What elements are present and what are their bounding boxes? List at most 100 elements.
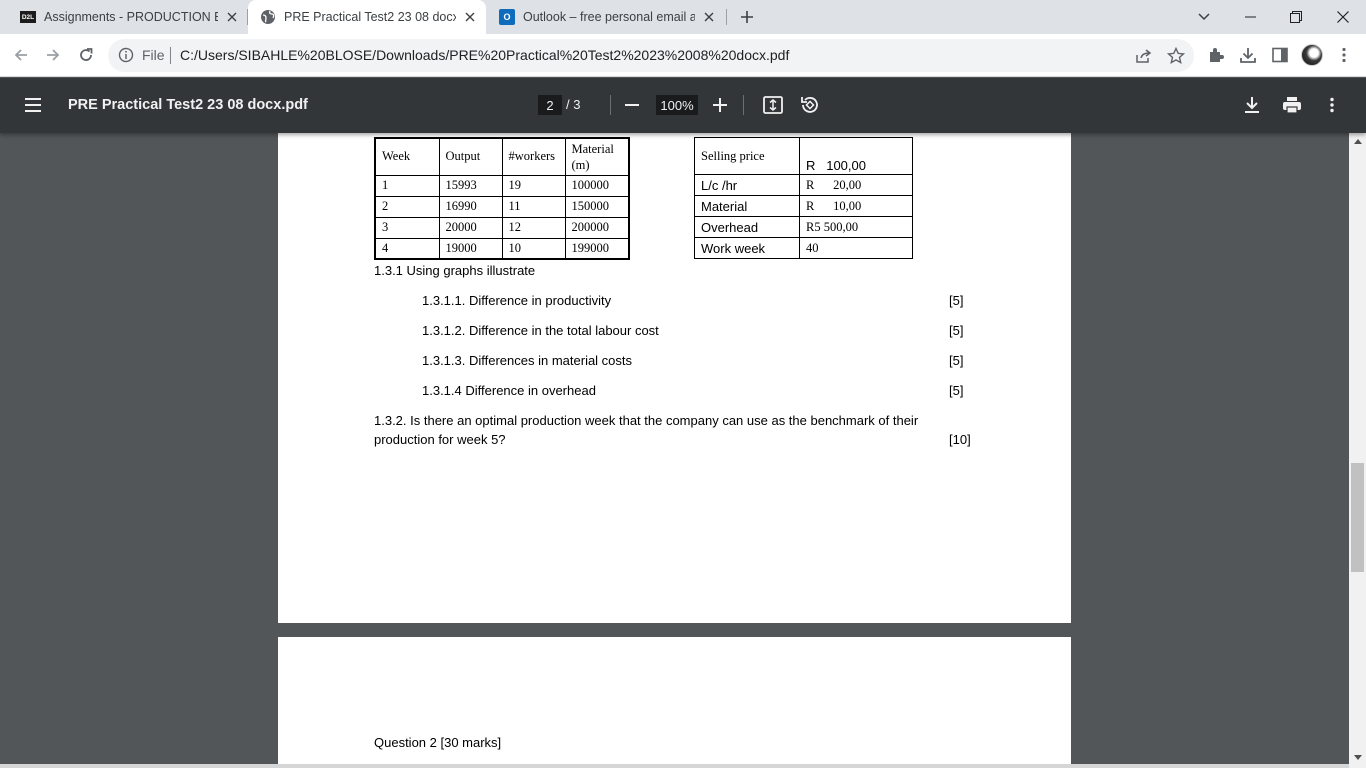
kebab-menu-icon [1342, 47, 1346, 63]
table-cell: 10 [501, 237, 566, 260]
marks-label: [5] [949, 323, 964, 338]
marks-label: [5] [949, 353, 964, 368]
table-cell: 2 [374, 195, 440, 218]
table-cell: 16990 [438, 195, 503, 218]
d2l-icon: D2L [20, 9, 36, 25]
toolbar-divider [610, 95, 611, 115]
reload-button[interactable] [73, 42, 99, 68]
chevron-down-icon [1198, 13, 1210, 21]
side-panel-button[interactable] [1267, 42, 1293, 68]
table-cell: 19000 [438, 237, 503, 260]
price-table: Selling price R 100,00 L/c /hr R 20,00 M… [694, 137, 913, 259]
tab-search-button[interactable] [1181, 0, 1227, 34]
back-button[interactable] [8, 42, 34, 68]
scroll-down-icon[interactable] [1349, 749, 1366, 766]
pdf-print-button[interactable] [1280, 93, 1304, 117]
restore-button[interactable] [1273, 0, 1319, 34]
fit-to-page-icon [763, 96, 783, 114]
table-row: Material R 10,00 [694, 195, 913, 217]
table-cell: Material [694, 195, 800, 217]
tab-assignments[interactable]: D2L Assignments - PRODUCTION ENG [8, 0, 248, 34]
page-number-input[interactable]: 2 [538, 95, 562, 115]
pdf-more-button[interactable] [1320, 93, 1344, 117]
address-bar[interactable]: File C:/Users/SIBAHLE%20BLOSE/Downloads/… [108, 39, 1194, 72]
table-cell: L/c /hr [694, 174, 800, 196]
tab-outlook[interactable]: O Outlook – free personal email and cale… [487, 0, 725, 34]
chrome-menu-button[interactable] [1331, 42, 1357, 68]
new-tab-button[interactable] [735, 5, 759, 29]
question-text-line: production for week 5? [374, 432, 506, 447]
tab-strip: D2L Assignments - PRODUCTION ENG PRE Pra… [0, 0, 1366, 34]
pdf-sidebar-toggle[interactable] [22, 94, 46, 118]
minimize-button[interactable] [1227, 0, 1273, 34]
table-cell: 100000 [564, 174, 630, 197]
page-total: / 3 [566, 97, 581, 112]
table-cell: 4 [374, 237, 440, 260]
marks-label: [5] [949, 383, 964, 398]
table-row: L/c /hr R 20,00 [694, 174, 913, 196]
zoom-in-button[interactable] [708, 93, 732, 117]
forward-button[interactable] [40, 42, 66, 68]
plus-icon [741, 11, 753, 23]
sub-question: 1.3.1.2. Difference in the total labour … [422, 323, 659, 338]
reload-icon [80, 48, 93, 61]
pdf-download-button[interactable] [1240, 93, 1264, 117]
info-icon[interactable] [118, 47, 134, 63]
horizontal-scrollbar[interactable] [0, 764, 1349, 768]
zoom-input[interactable]: 100% [656, 95, 698, 115]
vertical-scrollbar[interactable] [1349, 133, 1366, 768]
table-cell: 150000 [564, 195, 630, 218]
table-header-row: Week Output #workers Material (m) [374, 137, 630, 176]
rotate-icon [801, 97, 818, 113]
table-header-cell: Week [374, 137, 440, 176]
restore-icon [1290, 11, 1302, 23]
star-icon[interactable] [1166, 46, 1186, 66]
table-cell: 3 [374, 216, 440, 239]
profile-avatar[interactable] [1301, 44, 1323, 66]
scrollbar-thumb[interactable] [1351, 463, 1364, 572]
table-row: Overhead R5 500,00 [694, 216, 913, 238]
question-text-line: 1.3.2. Is there an optimal production we… [374, 413, 919, 428]
table-cell: 1 [374, 174, 440, 197]
table-header-cell: #workers [501, 137, 566, 176]
table-cell: 15993 [438, 174, 503, 197]
table-header-cell: Output [438, 137, 503, 176]
table-cell: R 100,00 [799, 137, 913, 175]
fit-page-button[interactable] [761, 93, 785, 117]
table-cell: 12 [501, 216, 566, 239]
extensions-button[interactable] [1203, 42, 1229, 68]
close-tab-icon[interactable] [224, 9, 240, 25]
table-cell: R5 500,00 [799, 216, 913, 238]
rotate-button[interactable] [798, 93, 822, 117]
plus-icon [713, 98, 727, 112]
table-cell: R 20,00 [799, 174, 913, 196]
marks-label: [5] [949, 293, 964, 308]
table-row: 1 15993 19 100000 [374, 174, 630, 197]
close-tab-icon[interactable] [701, 9, 717, 25]
omnibox-divider [170, 47, 171, 64]
download-icon [1240, 48, 1256, 63]
arrow-left-icon [14, 49, 27, 61]
side-panel-icon [1272, 47, 1288, 63]
scroll-up-icon[interactable] [1349, 133, 1366, 150]
close-window-button[interactable] [1320, 0, 1366, 34]
minus-icon [625, 104, 639, 106]
download-icon [1245, 97, 1259, 113]
url-text[interactable]: C:/Users/SIBAHLE%20BLOSE/Downloads/PRE%2… [180, 47, 789, 63]
table-cell: Overhead [694, 216, 800, 238]
table-row: 4 19000 10 199000 [374, 237, 630, 260]
downloads-button[interactable] [1235, 42, 1261, 68]
table-cell: 20000 [438, 216, 503, 239]
browser-toolbar: File C:/Users/SIBAHLE%20BLOSE/Downloads/… [0, 34, 1366, 77]
arrow-right-icon [47, 49, 60, 61]
close-tab-icon[interactable] [462, 9, 478, 25]
sub-question: 1.3.1.3. Differences in material costs [422, 353, 633, 368]
pdf-page: Week Output #workers Material (m) 1 1599… [278, 120, 1071, 623]
table-row: Work week 40 [694, 237, 913, 259]
outlook-icon: O [499, 9, 515, 25]
table-cell: Work week [694, 237, 800, 259]
tab-pdf[interactable]: PRE Practical Test2 23 08 docx.pdf [248, 0, 486, 34]
zoom-out-button[interactable] [620, 93, 644, 117]
share-icon[interactable] [1134, 46, 1154, 66]
hamburger-icon [25, 98, 41, 112]
